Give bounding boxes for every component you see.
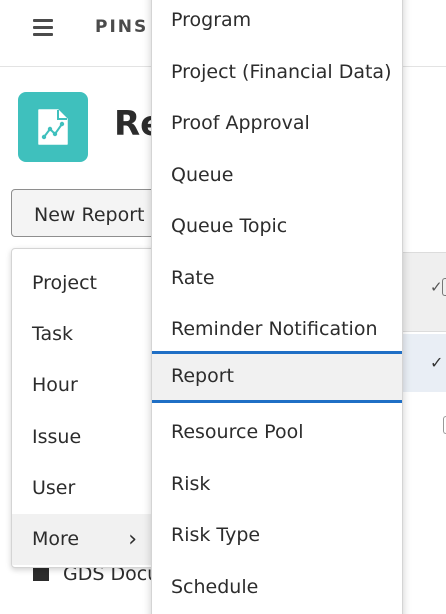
submenu-item-rate[interactable]: Rate	[152, 253, 402, 305]
submenu-item-label: Project (Financial Data)	[171, 60, 392, 83]
submenu-item-label: Proof Approval	[171, 112, 310, 134]
submenu-item-report[interactable]: Report	[152, 351, 402, 403]
menu-item-label: More	[32, 528, 80, 550]
submenu-item-label: Risk	[171, 472, 211, 495]
checkmark-icon: ✓	[430, 278, 443, 296]
menu-item-user[interactable]: User	[12, 463, 155, 514]
submenu-item-label: Schedule	[171, 575, 259, 598]
menu-item-hour[interactable]: Hour	[12, 360, 155, 411]
report-document-chart-icon	[38, 109, 68, 145]
report-tile	[18, 92, 88, 162]
new-report-menu: Project Task Hour Issue User More ›	[11, 248, 156, 568]
submenu-item-program[interactable]: Program	[152, 0, 402, 47]
submenu-item-risk[interactable]: Risk	[152, 459, 402, 511]
page: PINS Re New Report ✓ ✓ GDS Docu Project …	[0, 0, 446, 614]
submenu-item-label: Queue	[171, 163, 234, 186]
submenu-item-schedule[interactable]: Schedule	[152, 562, 402, 614]
submenu-item-label: Queue Topic	[171, 215, 288, 237]
menu-item-task[interactable]: Task	[12, 309, 155, 360]
more-submenu: Program Project (Financial Data) Proof A…	[151, 0, 403, 614]
app-label[interactable]: PINS	[95, 17, 148, 37]
menu-item-label: Hour	[32, 374, 78, 396]
submenu-item-label: Program	[171, 9, 252, 31]
submenu-item-reminder-notification[interactable]: Reminder Notification	[152, 304, 402, 356]
submenu-item-label: Report	[171, 365, 234, 387]
submenu-item-label: Rate	[171, 266, 215, 289]
submenu-item-label: Risk Type	[171, 524, 261, 546]
hamburger-icon[interactable]	[33, 19, 53, 37]
folder-icon	[33, 567, 49, 581]
menu-item-label: Project	[32, 272, 98, 294]
menu-item-more[interactable]: More ›	[12, 514, 155, 565]
submenu-item-resource-pool[interactable]: Resource Pool	[152, 407, 402, 459]
chevron-right-icon: ›	[128, 527, 137, 552]
row-checkmark-icon[interactable]: ✓	[430, 353, 443, 372]
submenu-item-proof-approval[interactable]: Proof Approval	[152, 98, 402, 150]
submenu-item-label: Reminder Notification	[171, 318, 378, 340]
select-all-checkbox[interactable]	[442, 278, 446, 296]
menu-item-label: User	[32, 477, 76, 499]
submenu-item-label: Resource Pool	[171, 421, 304, 443]
menu-item-label: Task	[32, 323, 74, 345]
submenu-item-project-financial-data[interactable]: Project (Financial Data)	[152, 47, 402, 99]
submenu-item-risk-type[interactable]: Risk Type	[152, 510, 402, 562]
submenu-item-queue-topic[interactable]: Queue Topic	[152, 201, 402, 253]
menu-item-label: Issue	[32, 426, 82, 448]
submenu-item-queue[interactable]: Queue	[152, 150, 402, 202]
new-report-button[interactable]: New Report	[11, 189, 161, 237]
menu-item-issue[interactable]: Issue	[12, 412, 155, 463]
menu-item-project[interactable]: Project	[12, 258, 155, 309]
